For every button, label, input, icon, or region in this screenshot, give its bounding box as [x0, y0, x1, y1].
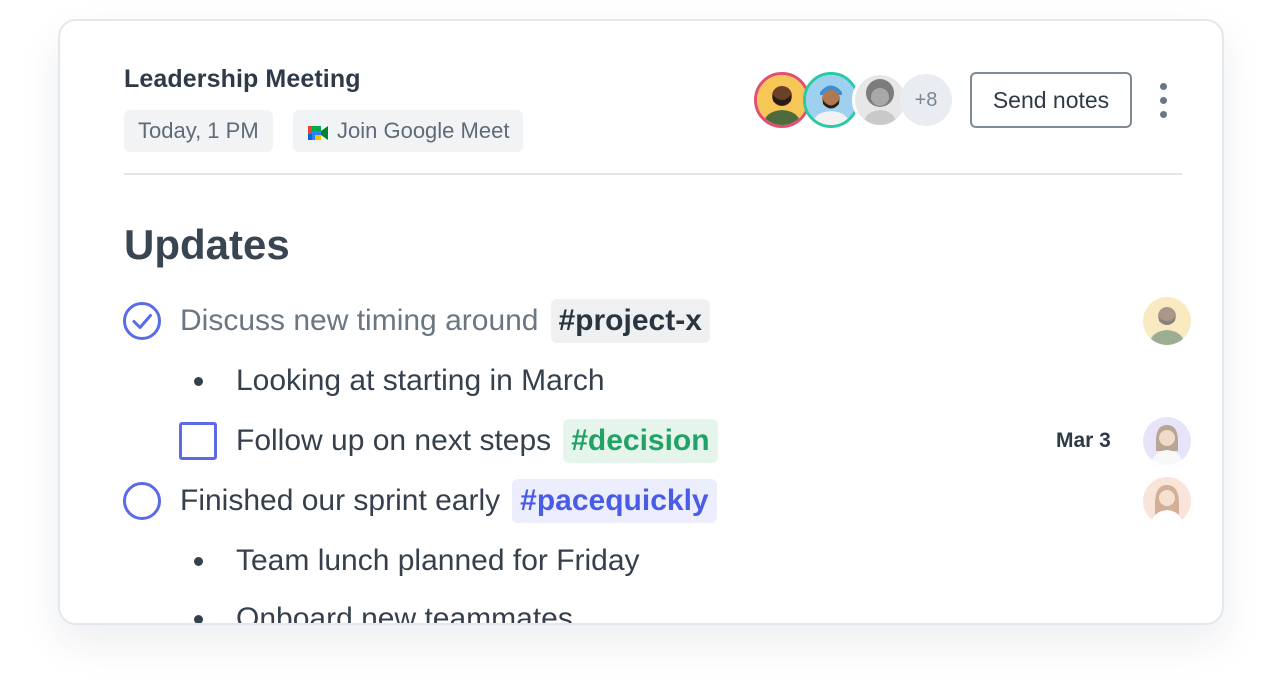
list-item: Team lunch planned for Friday	[60, 537, 1222, 585]
more-vertical-icon[interactable]	[1152, 81, 1176, 121]
list-item: Follow up on next steps #decision Mar 3	[60, 417, 1222, 465]
google-meet-icon	[307, 122, 329, 140]
due-date[interactable]: Mar 3	[1056, 417, 1111, 465]
assignee-avatar[interactable]	[1143, 477, 1191, 525]
item-text: Team lunch planned for Friday	[236, 544, 640, 577]
list-item: Onboard new teammates	[60, 595, 1222, 625]
hashtag-decision[interactable]: #decision	[563, 419, 718, 463]
item-text: Follow up on next steps	[236, 424, 552, 457]
check-circle-icon[interactable]	[122, 301, 162, 341]
meeting-notes-card: Leadership Meeting Today, 1 PM Join Goog…	[58, 19, 1224, 625]
hashtag-pacequickly[interactable]: #pacequickly	[512, 479, 717, 523]
attendee-avatars[interactable]: +8	[754, 72, 964, 128]
item-text-wrapper: Onboard new teammates	[236, 595, 573, 625]
bullet-icon	[194, 615, 203, 623]
list-item: Looking at starting in March	[60, 357, 1222, 405]
join-meet-link[interactable]: Join Google Meet	[293, 110, 524, 152]
meeting-title: Leadership Meeting	[124, 65, 361, 93]
assignee-avatar[interactable]	[1143, 417, 1191, 465]
item-text-wrapper: Team lunch planned for Friday	[236, 537, 640, 585]
item-text: Finished our sprint early	[180, 484, 501, 517]
bullet-icon	[194, 377, 203, 386]
meeting-time-chip: Today, 1 PM	[124, 110, 273, 152]
header-divider	[124, 173, 1182, 175]
hashtag-project-x[interactable]: #project-x	[550, 299, 710, 343]
item-text-wrapper: Follow up on next steps #decision	[236, 417, 718, 465]
item-text: Looking at starting in March	[236, 364, 605, 397]
empty-circle-icon[interactable]	[122, 481, 162, 521]
item-text-wrapper: Discuss new timing around #project-x	[180, 297, 710, 345]
more-attendees-count[interactable]: +8	[900, 74, 952, 126]
checkbox-icon[interactable]	[179, 422, 217, 460]
assignee-avatar[interactable]	[1143, 297, 1191, 345]
bullet-icon	[194, 557, 203, 566]
list-item: Finished our sprint early #pacequickly	[60, 477, 1222, 525]
list-item: Discuss new timing around #project-x	[60, 297, 1222, 345]
item-text-wrapper: Looking at starting in March	[236, 357, 605, 405]
send-notes-button[interactable]: Send notes	[970, 72, 1132, 128]
item-text: Discuss new timing around	[180, 304, 539, 337]
attendee-avatar[interactable]	[754, 72, 810, 128]
item-text-wrapper: Finished our sprint early #pacequickly	[180, 477, 717, 525]
attendee-avatar[interactable]	[803, 72, 859, 128]
section-title: Updates	[124, 221, 290, 268]
item-text: Onboard new teammates	[236, 602, 573, 625]
join-meet-label: Join Google Meet	[337, 118, 510, 143]
